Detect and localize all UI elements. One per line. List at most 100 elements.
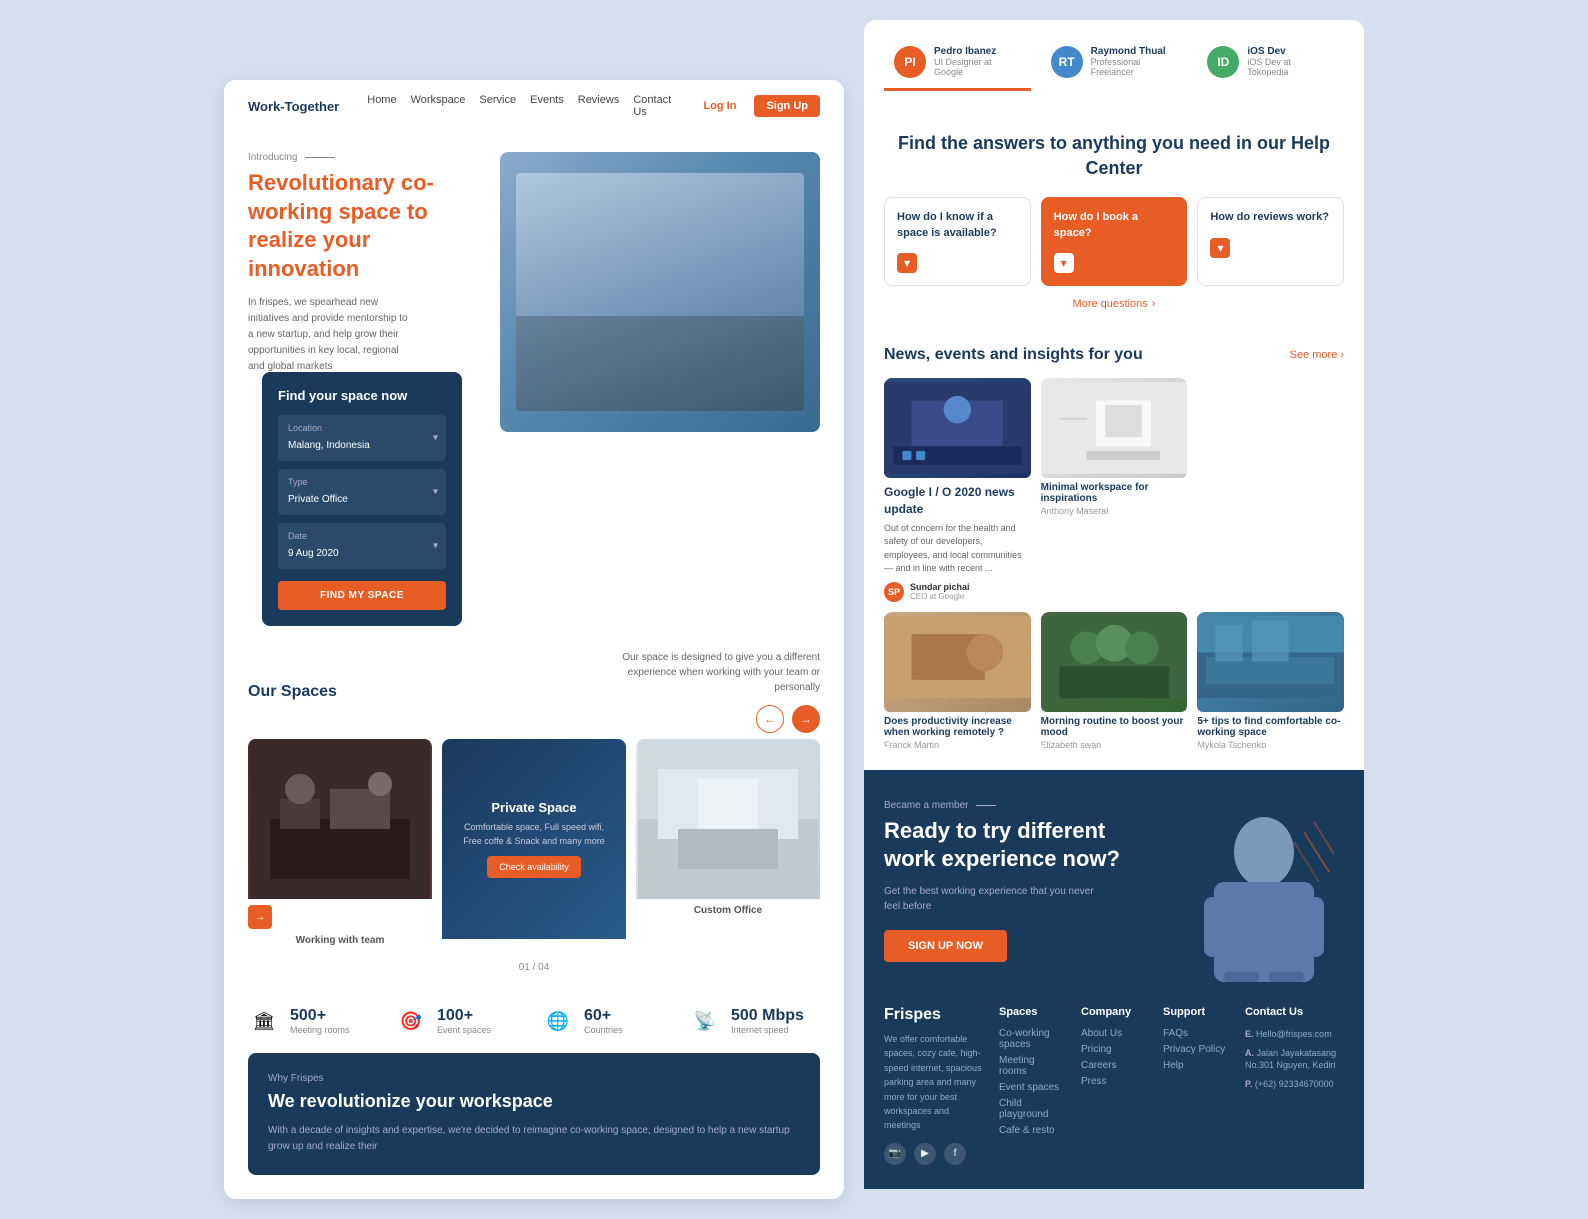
stat-meeting-rooms: 🏛 500+ Meeting rooms — [248, 1005, 379, 1037]
footer-logo: Frispes — [884, 1006, 983, 1024]
signup-button[interactable]: Sign Up — [754, 95, 820, 117]
space-label-custom: Custom Office — [636, 899, 820, 922]
facebook-icon[interactable]: f — [944, 1143, 966, 1165]
sundar-avatar: SP — [884, 582, 904, 602]
nav-service[interactable]: Service — [479, 94, 516, 118]
footer-contact-col: Contact Us E. Hello@frispes.com A. Jalan… — [1245, 1006, 1344, 1165]
news-card-morning: Morning routine to boost your mood Eliza… — [1041, 612, 1188, 750]
spaces-title: Our Spaces — [248, 683, 337, 701]
faq-item-1[interactable]: How do I know if a space is available? ▾ — [884, 197, 1031, 286]
see-more-icon: › — [1340, 349, 1344, 361]
date-field[interactable]: Date 9 Aug 2020 ▾ — [278, 523, 446, 569]
morning-author: Elizabeth swan — [1041, 740, 1188, 750]
youtube-icon[interactable]: ▶ — [914, 1143, 936, 1165]
why-description: With a decade of insights and expertise,… — [268, 1123, 800, 1155]
testimonial-pedro[interactable]: PI Pedro Ibanez UI Designer at Google — [884, 36, 1031, 91]
event-spaces-icon: 🎯 — [395, 1005, 427, 1037]
minimal-author: Anthony Maseral — [1041, 506, 1188, 516]
news-title: News, events and insights for you — [884, 346, 1143, 364]
spaces-link-cafe[interactable]: Cafe & resto — [999, 1125, 1065, 1136]
check-availability-button[interactable]: Check availability — [487, 856, 581, 878]
spaces-link-child[interactable]: Child playground — [999, 1098, 1065, 1120]
nav-events[interactable]: Events — [530, 94, 564, 118]
more-questions-link[interactable]: More questions › — [884, 298, 1344, 310]
news-header: News, events and insights for you See mo… — [884, 346, 1344, 364]
support-link-privacy[interactable]: Privacy Policy — [1163, 1044, 1229, 1055]
internet-icon: 📡 — [689, 1005, 721, 1037]
login-button[interactable]: Log In — [703, 100, 736, 112]
internet-label: Internet speed — [731, 1025, 804, 1035]
spaces-link-coworking[interactable]: Co-working spaces — [999, 1028, 1065, 1050]
news-img-conference — [884, 378, 1031, 478]
date-arrow-icon: ▾ — [433, 541, 438, 552]
support-link-faqs[interactable]: FAQs — [1163, 1028, 1229, 1039]
spaces-prev-button[interactable]: ← — [756, 705, 784, 733]
space-card-custom: Custom Office — [636, 739, 820, 952]
news-grid: Google I / O 2020 news update Out of con… — [884, 378, 1344, 750]
news-img-team — [1041, 612, 1188, 712]
spaces-link-meeting[interactable]: Meeting rooms — [999, 1055, 1065, 1077]
company-link-about[interactable]: About Us — [1081, 1028, 1147, 1039]
stats-section: 🏛 500+ Meeting rooms 🎯 100+ Event spaces… — [224, 989, 844, 1053]
testimonial-raymond[interactable]: RT Raymond Thual Professional Freelancer — [1041, 36, 1188, 91]
countries-number: 60+ — [584, 1007, 623, 1025]
spaces-col-title: Spaces — [999, 1006, 1065, 1018]
news-card-google-io: Google I / O 2020 news update Out of con… — [884, 378, 1031, 602]
support-link-help[interactable]: Help — [1163, 1060, 1229, 1071]
stat-countries: 🌐 60+ Countries — [542, 1005, 673, 1037]
space-card-private: Private Space Comfortable space, Full sp… — [442, 739, 626, 952]
contact-col-title: Contact Us — [1245, 1006, 1344, 1018]
spaces-next-button[interactable]: → — [792, 705, 820, 733]
space-arrow-button-team[interactable]: → — [248, 905, 272, 929]
faq-toggle-3[interactable]: ▾ — [1210, 238, 1230, 258]
cta-title: Ready to try different work experience n… — [884, 817, 1144, 874]
nav-links: Home Workspace Service Events Reviews Co… — [367, 94, 685, 118]
internet-number: 500 Mbps — [731, 1007, 804, 1025]
countries-icon: 🌐 — [542, 1005, 574, 1037]
ios-role: iOS Dev at Tokopedia — [1247, 57, 1334, 77]
cta-button[interactable]: SIGN UP NOW — [884, 930, 1007, 962]
company-col-title: Company — [1081, 1006, 1147, 1018]
instagram-icon[interactable]: 📷 — [884, 1143, 906, 1165]
private-space-desc: Comfortable space, Full speed wifi, Free… — [458, 821, 610, 848]
why-title: We revolutionize your workspace — [268, 1090, 800, 1113]
news-img-typing — [884, 612, 1031, 712]
cta-description: Get the best working experience that you… — [884, 884, 1104, 914]
support-col-title: Support — [1163, 1006, 1229, 1018]
see-more-link[interactable]: See more › — [1290, 349, 1344, 361]
chevron-right-icon: › — [1152, 298, 1156, 310]
nav-contact[interactable]: Contact Us — [633, 94, 685, 118]
footer-brand-desc: We offer comfortable spaces, cozy cafe, … — [884, 1032, 983, 1133]
faq-item-3[interactable]: How do reviews work? ▾ — [1197, 197, 1344, 286]
find-my-space-button[interactable]: FIND MY SPACE — [278, 581, 446, 610]
navbar: Work-Together Home Workspace Service Eve… — [224, 80, 844, 132]
type-label: Type — [288, 477, 436, 487]
nav-home[interactable]: Home — [367, 94, 396, 118]
testimonials-section: PI Pedro Ibanez UI Designer at Google RT… — [864, 20, 1364, 107]
nav-workspace[interactable]: Workspace — [411, 94, 466, 118]
company-link-careers[interactable]: Careers — [1081, 1060, 1147, 1071]
find-space-title: Find your space now — [278, 388, 446, 403]
tips-author: Mykola Tschenko — [1197, 740, 1344, 750]
date-value: 9 Aug 2020 — [288, 548, 339, 559]
testimonial-ios[interactable]: ID iOS Dev iOS Dev at Tokopedia — [1197, 36, 1344, 91]
nav-reviews[interactable]: Reviews — [578, 94, 620, 118]
location-field[interactable]: Location Malang, Indonesia ▾ — [278, 415, 446, 461]
space-img-custom — [636, 739, 820, 899]
google-io-title: Google I / O 2020 news update — [884, 484, 1031, 518]
faq-toggle-2[interactable]: ▾ — [1054, 253, 1074, 273]
meeting-rooms-label: Meeting rooms — [290, 1025, 350, 1035]
footer-address: A. Jalan Jayakatasang No.301 Nguyen, Ked… — [1245, 1047, 1344, 1072]
space-label-team: Working with team — [248, 929, 432, 952]
footer-spaces-col: Spaces Co-working spaces Meeting rooms E… — [999, 1006, 1065, 1165]
company-link-pricing[interactable]: Pricing — [1081, 1044, 1147, 1055]
stat-event-spaces: 🎯 100+ Event spaces — [395, 1005, 526, 1037]
type-field[interactable]: Type Private Office ▾ — [278, 469, 446, 515]
faq-item-2[interactable]: How do I book a space? ▾ — [1041, 197, 1188, 286]
faq-toggle-1[interactable]: ▾ — [897, 253, 917, 273]
morning-title: Morning routine to boost your mood — [1041, 716, 1188, 738]
footer-email: E. Hello@frispes.com — [1245, 1028, 1344, 1041]
spaces-link-event[interactable]: Event spaces — [999, 1082, 1065, 1093]
space-card-team: → Working with team — [248, 739, 432, 952]
company-link-press[interactable]: Press — [1081, 1076, 1147, 1087]
